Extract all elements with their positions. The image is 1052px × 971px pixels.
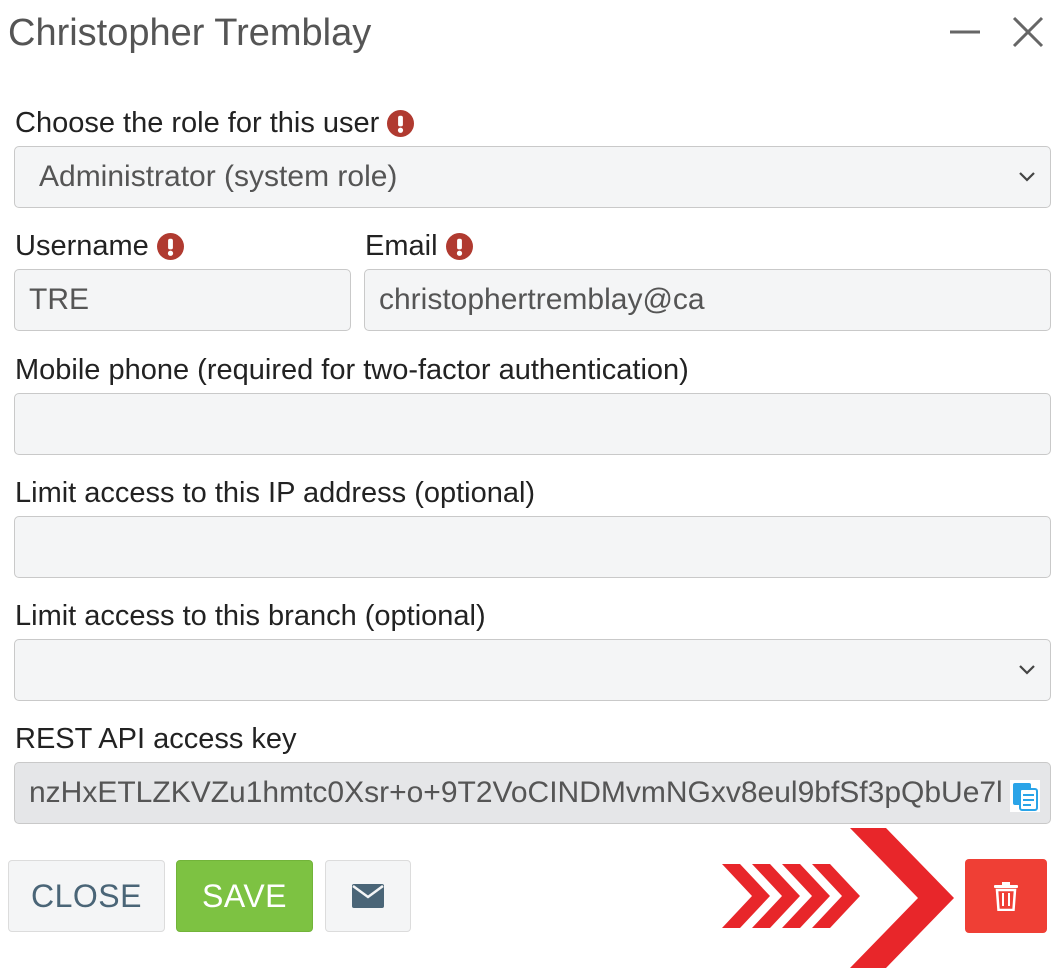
email-label-row: Email	[365, 229, 473, 263]
close-icon	[1012, 16, 1044, 48]
api-key-value: nzHxETLZKVZu1hmtc0Xsr+o+9T2VoCINDMvmNGxv…	[29, 776, 1003, 809]
send-email-button[interactable]	[325, 860, 411, 932]
email-input[interactable]: christophertremblay@ca	[364, 269, 1051, 331]
email-value: christophertremblay@ca	[379, 283, 705, 316]
required-icon	[156, 232, 184, 260]
username-label-row: Username	[15, 229, 184, 263]
required-icon	[445, 232, 473, 260]
minimize-button[interactable]	[943, 10, 987, 54]
api-key-label: REST API access key	[15, 723, 297, 755]
mobile-phone-input[interactable]	[14, 393, 1051, 455]
close-window-button[interactable]	[1006, 10, 1050, 54]
save-button[interactable]: SAVE	[176, 860, 313, 932]
api-key-field[interactable]: nzHxETLZKVZu1hmtc0Xsr+o+9T2VoCINDMvmNGxv…	[14, 762, 1051, 824]
user-edit-dialog: Christopher Tremblay Choose the role for…	[0, 0, 1052, 971]
ip-label: Limit access to this IP address (optiona…	[15, 477, 536, 509]
role-label: Choose the role for this user	[15, 107, 380, 139]
username-input[interactable]: TRE	[14, 269, 351, 331]
ip-address-input[interactable]	[14, 516, 1051, 578]
email-label: Email	[365, 230, 438, 262]
branch-label: Limit access to this branch (optional)	[15, 600, 486, 632]
envelope-icon	[352, 884, 384, 908]
trash-icon	[994, 882, 1018, 911]
delete-user-button[interactable]	[965, 859, 1047, 933]
role-select[interactable]: Administrator (system role)	[14, 146, 1051, 208]
role-select-value: Administrator (system role)	[39, 160, 398, 193]
chevron-arrows-annotation	[722, 828, 954, 968]
close-button[interactable]: CLOSE	[8, 860, 165, 932]
save-button-label: SAVE	[202, 877, 287, 914]
close-button-label: CLOSE	[31, 877, 142, 914]
chevron-down-icon	[1019, 665, 1035, 675]
role-label-row: Choose the role for this user	[15, 106, 415, 140]
copy-icon[interactable]	[1010, 780, 1040, 812]
required-icon	[387, 109, 415, 137]
mobile-label: Mobile phone (required for two-factor au…	[15, 354, 689, 386]
chevron-down-icon	[1019, 172, 1035, 182]
dialog-title: Christopher Tremblay	[8, 12, 372, 54]
username-label: Username	[15, 230, 149, 262]
minimize-icon	[950, 30, 980, 34]
username-value: TRE	[29, 283, 89, 316]
branch-select[interactable]	[14, 639, 1051, 701]
